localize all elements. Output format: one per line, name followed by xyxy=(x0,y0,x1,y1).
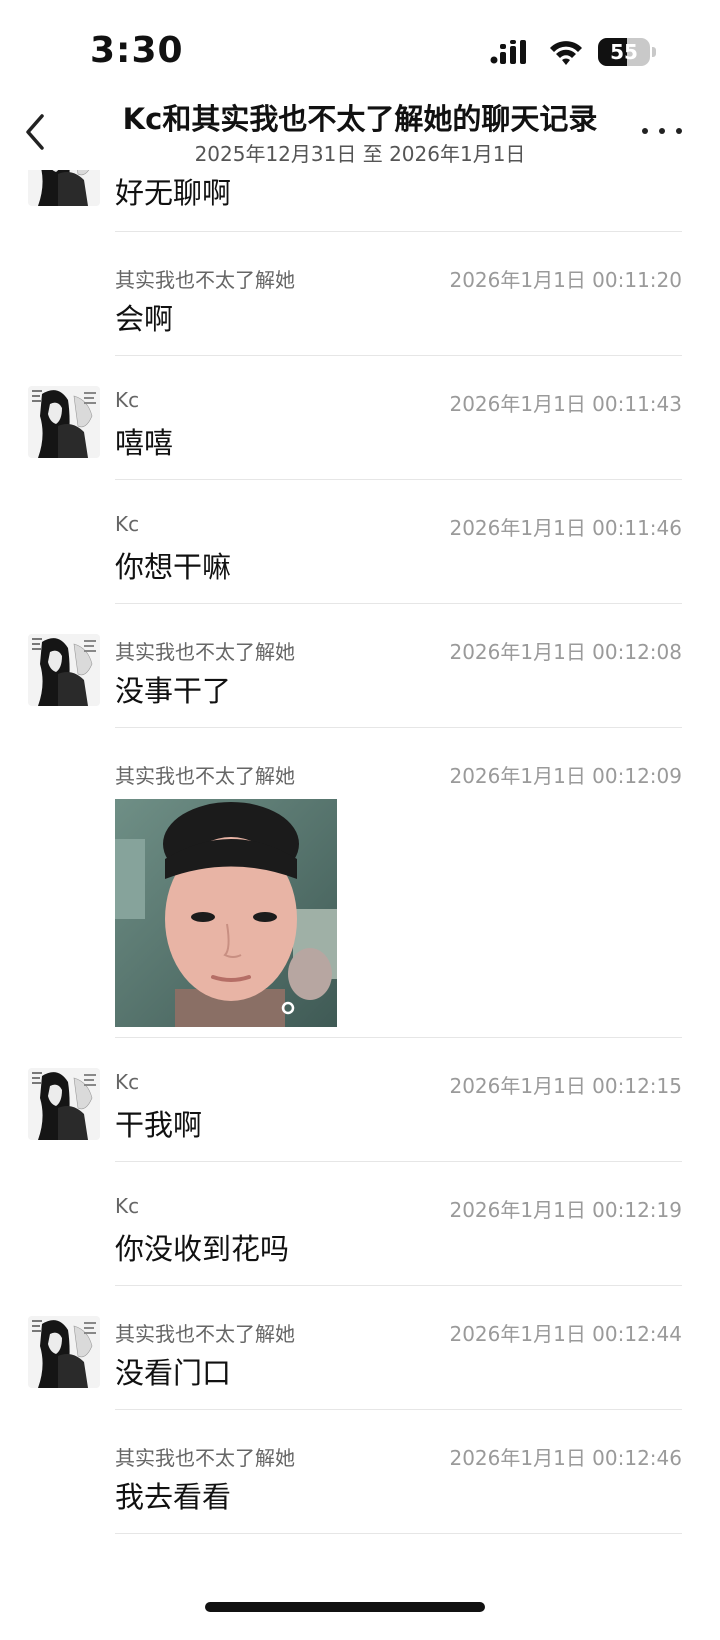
chat-message-row[interactable]: Kc 2026年1月1日 00:11:46 你想干嘛 xyxy=(0,480,720,604)
message-body: 其实我也不太了解她 2026年1月1日 00:12:08 没事干了 xyxy=(115,604,682,728)
avatar[interactable] xyxy=(28,634,100,706)
message-timestamp: 2026年1月1日 00:11:20 xyxy=(449,268,682,292)
chat-message-row[interactable]: Kc 2026年1月1日 00:12:15 干我啊 xyxy=(0,1038,720,1162)
message-body: 其实我也不太了解她 2026年1月1日 00:12:46 我去看看 xyxy=(115,1410,682,1534)
chat-message-row[interactable]: 其实我也不太了解她 2026年1月1日 00:11:20 会啊 xyxy=(0,232,720,356)
message-text: 嘻嘻 xyxy=(115,426,174,460)
manga-avatar-image xyxy=(28,386,100,458)
sender-name: 其实我也不太了解她 xyxy=(115,640,295,664)
dot xyxy=(676,128,682,134)
page-title: Kc和其实我也不太了解她的聊天记录 xyxy=(122,102,598,136)
message-body: 其实我也不太了解她 2026年1月1日 00:12:44 没看门口 xyxy=(115,1286,682,1410)
clock: 3:30 xyxy=(90,30,184,71)
message-list[interactable]: 好无聊啊其实我也不太了解她 2026年1月1日 00:11:20 会啊 Kc 2026年… xyxy=(0,170,720,1610)
message-text: 我去看看 xyxy=(115,1480,232,1514)
manga-avatar-image xyxy=(28,170,100,206)
message-text: 好无聊啊 xyxy=(115,176,232,210)
chat-message-row[interactable]: Kc 2026年1月1日 00:11:43 嘻嘻 xyxy=(0,356,720,480)
sender-name: 其实我也不太了解她 xyxy=(115,1322,295,1346)
dot xyxy=(659,128,665,134)
sender-name: Kc xyxy=(115,1070,140,1094)
battery-icon: 55 xyxy=(598,38,650,66)
message-text: 干我啊 xyxy=(115,1108,203,1142)
avatar[interactable] xyxy=(28,1316,100,1388)
status-bar: 3:30 55 xyxy=(0,0,720,100)
message-image[interactable] xyxy=(115,799,337,1027)
battery-tip xyxy=(652,47,656,57)
manga-avatar-image xyxy=(28,1068,100,1140)
chat-message-row[interactable]: 好无聊啊 xyxy=(0,170,720,232)
message-timestamp: 2026年1月1日 00:12:19 xyxy=(449,1198,682,1222)
manga-avatar-image xyxy=(28,634,100,706)
message-timestamp: 2026年1月1日 00:12:08 xyxy=(449,640,682,664)
message-timestamp: 2026年1月1日 00:12:46 xyxy=(449,1446,682,1470)
sender-name: 其实我也不太了解她 xyxy=(115,1446,295,1470)
message-body: Kc 2026年1月1日 00:12:19 你没收到花吗 xyxy=(115,1162,682,1286)
message-body: 其实我也不太了解她 2026年1月1日 00:12:09 xyxy=(115,728,682,1038)
wifi-icon xyxy=(550,41,582,65)
message-text: 你想干嘛 xyxy=(115,550,232,584)
message-body: Kc 2026年1月1日 00:12:15 干我啊 xyxy=(115,1038,682,1162)
cellular-signal-icon xyxy=(490,40,526,64)
avatar[interactable] xyxy=(28,170,100,206)
message-timestamp: 2026年1月1日 00:11:46 xyxy=(449,516,682,540)
message-text: 会啊 xyxy=(115,302,174,336)
boy-photo-image xyxy=(115,799,337,1027)
chat-message-row[interactable]: 其实我也不太了解她 2026年1月1日 00:12:46 我去看看 xyxy=(0,1410,720,1534)
message-timestamp: 2026年1月1日 00:12:44 xyxy=(449,1322,682,1346)
dot xyxy=(642,128,648,134)
message-timestamp: 2026年1月1日 00:11:43 xyxy=(449,392,682,416)
message-text: 没看门口 xyxy=(115,1356,232,1390)
sender-name: Kc xyxy=(115,512,140,536)
chat-message-row[interactable]: 其实我也不太了解她 2026年1月1日 00:12:09 xyxy=(0,728,720,1038)
message-timestamp: 2026年1月1日 00:12:15 xyxy=(449,1074,682,1098)
chat-message-row[interactable]: 其实我也不太了解她 2026年1月1日 00:12:08 没事干了 xyxy=(0,604,720,728)
more-dots-icon[interactable] xyxy=(640,116,684,146)
manga-avatar-image xyxy=(28,1316,100,1388)
chat-message-row[interactable]: Kc 2026年1月1日 00:12:19 你没收到花吗 xyxy=(0,1162,720,1286)
message-timestamp: 2026年1月1日 00:12:09 xyxy=(449,764,682,788)
sender-name: Kc xyxy=(115,388,140,412)
sender-name: Kc xyxy=(115,1194,140,1218)
message-body: Kc 2026年1月1日 00:11:43 嘻嘻 xyxy=(115,356,682,480)
message-body: 好无聊啊 xyxy=(115,170,682,232)
date-range: 2025年12月31日 至 2026年1月1日 xyxy=(194,142,526,166)
avatar[interactable] xyxy=(28,386,100,458)
battery-level: 55 xyxy=(610,40,638,64)
chevron-left-icon[interactable] xyxy=(18,110,58,154)
message-text: 你没收到花吗 xyxy=(115,1232,290,1266)
avatar[interactable] xyxy=(28,1068,100,1140)
navigation-bar: Kc和其实我也不太了解她的聊天记录 2025年12月31日 至 2026年1月1… xyxy=(0,90,720,170)
sender-name: 其实我也不太了解她 xyxy=(115,268,295,292)
chat-message-row[interactable]: 其实我也不太了解她 2026年1月1日 00:12:44 没看门口 xyxy=(0,1286,720,1410)
message-body: Kc 2026年1月1日 00:11:46 你想干嘛 xyxy=(115,480,682,604)
sender-name: 其实我也不太了解她 xyxy=(115,764,295,788)
message-body: 其实我也不太了解她 2026年1月1日 00:11:20 会啊 xyxy=(115,232,682,356)
message-text: 没事干了 xyxy=(115,674,232,708)
home-indicator[interactable] xyxy=(205,1602,485,1612)
